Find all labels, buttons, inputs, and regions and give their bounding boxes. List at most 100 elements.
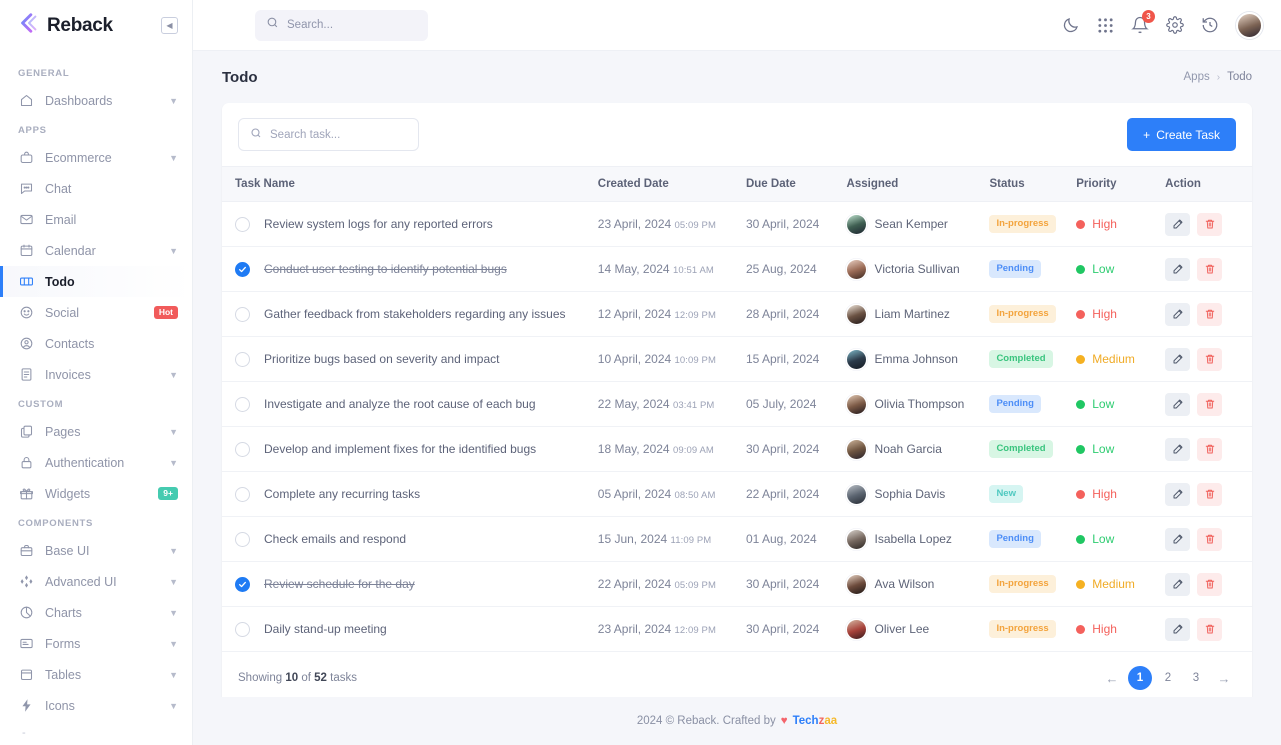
priority-label: High — [1092, 487, 1117, 501]
sidebar-item-charts[interactable]: Charts ▼ — [0, 597, 192, 628]
sidebar-item-advanced-ui[interactable]: Advanced UI ▼ — [0, 566, 192, 597]
task-checkbox[interactable] — [235, 621, 250, 637]
cell-task-name: Check emails and respond — [222, 516, 598, 562]
cell-assigned: Oliver Lee — [846, 606, 990, 652]
trash-icon[interactable] — [1197, 437, 1223, 461]
main-area: 3 Todo — [193, 0, 1281, 745]
task-checkbox[interactable] — [235, 531, 250, 547]
sidebar-item-icons[interactable]: Icons ▼ — [0, 690, 192, 721]
sidebar-item-label: Tables — [45, 667, 82, 682]
due-date-text: 30 April, 2024 — [745, 217, 820, 231]
trash-icon[interactable] — [1197, 482, 1223, 506]
task-checkbox[interactable] — [235, 441, 250, 457]
todo-table: Task Name Created Date Due Date Assigned… — [222, 166, 1252, 652]
task-checkbox[interactable] — [235, 216, 250, 232]
pagination-page-3[interactable]: 3 — [1184, 666, 1208, 690]
sidebar-item-tables[interactable]: Tables ▼ — [0, 659, 192, 690]
trash-icon[interactable] — [1197, 212, 1223, 236]
chevron-down-icon: ▼ — [169, 576, 178, 587]
task-checkbox[interactable] — [235, 261, 250, 277]
edit-pencil-icon[interactable] — [1165, 257, 1191, 281]
sidebar-item-contacts[interactable]: Contacts — [0, 328, 192, 359]
edit-pencil-icon[interactable] — [1165, 212, 1191, 236]
showing-summary: Showing 10 of 52 tasks — [238, 672, 357, 684]
trash-icon[interactable] — [1197, 392, 1223, 416]
sidebar-item-base-ui[interactable]: Base UI ▼ — [0, 535, 192, 566]
trash-icon[interactable] — [1197, 257, 1223, 281]
history-icon[interactable] — [1201, 16, 1219, 34]
collapse-sidebar-icon[interactable]: ◀ — [161, 17, 178, 34]
sidebar-item-dashboards[interactable]: Dashboards ▼ — [0, 85, 192, 116]
task-search[interactable] — [238, 118, 419, 151]
edit-pencil-icon[interactable] — [1165, 392, 1191, 416]
pagination-prev[interactable]: ← — [1100, 666, 1124, 690]
created-date-text: 05 April, 2024 — [597, 487, 672, 501]
grid-apps-icon[interactable] — [1097, 17, 1114, 34]
sidebar-item-forms[interactable]: Forms ▼ — [0, 628, 192, 659]
priority-dot-icon — [1076, 624, 1086, 634]
cell-due-date: 15 April, 2024 — [745, 336, 847, 382]
sidebar-item-chat[interactable]: Chat — [0, 173, 192, 204]
task-checkbox[interactable] — [235, 486, 250, 502]
edit-pencil-icon[interactable] — [1165, 302, 1191, 326]
global-search-input[interactable] — [287, 19, 417, 31]
edit-pencil-icon[interactable] — [1165, 347, 1191, 371]
trash-icon[interactable] — [1197, 527, 1223, 551]
create-task-button[interactable]: + Create Task — [1127, 118, 1236, 151]
sidebar-item-social[interactable]: Social Hot — [0, 297, 192, 328]
gear-icon[interactable] — [1166, 16, 1184, 34]
edit-pencil-icon[interactable] — [1165, 482, 1191, 506]
priority-dot-icon — [1076, 489, 1086, 499]
assignee-avatar — [846, 304, 866, 324]
pagination-page-2[interactable]: 2 — [1156, 666, 1180, 690]
assignee-avatar — [846, 349, 866, 369]
task-checkbox[interactable] — [235, 306, 250, 322]
sidebar-item-calendar[interactable]: Calendar ▼ — [0, 235, 192, 266]
table-icon — [18, 667, 34, 683]
trash-icon[interactable] — [1197, 572, 1223, 596]
task-checkbox[interactable] — [235, 396, 250, 412]
sidebar-item-label: Social — [45, 305, 80, 320]
sidebar-item-pages[interactable]: Pages ▼ — [0, 416, 192, 447]
techzaa-link[interactable]: Techzaa — [793, 715, 838, 727]
sidebar-item-authentication[interactable]: Authentication ▼ — [0, 447, 192, 478]
bell-icon[interactable]: 3 — [1131, 10, 1155, 34]
task-checkbox[interactable] — [235, 351, 250, 367]
assignee-name: Emma Johnson — [874, 352, 958, 366]
edit-pencil-icon[interactable] — [1165, 617, 1191, 641]
sidebar-item-widgets[interactable]: Widgets 9+ — [0, 478, 192, 509]
brand-logo-link[interactable]: Reback — [18, 12, 113, 39]
created-time-text: 12:09 PM — [674, 310, 716, 321]
edit-pencil-icon[interactable] — [1165, 572, 1191, 596]
edit-pencil-icon[interactable] — [1165, 437, 1191, 461]
global-search[interactable] — [255, 9, 428, 41]
sidebar-item-label: Todo — [45, 274, 75, 289]
sidebar-item-invoices[interactable]: Invoices ▼ — [0, 359, 192, 390]
task-checkbox[interactable] — [235, 576, 250, 592]
trash-icon[interactable] — [1197, 617, 1223, 641]
sidebar-item-ecommerce[interactable]: Ecommerce ▼ — [0, 142, 192, 173]
table-row: Develop and implement fixes for the iden… — [222, 426, 1252, 472]
pagination-page-1[interactable]: 1 — [1128, 666, 1152, 690]
pagination-next[interactable]: → — [1212, 666, 1236, 690]
due-date-text: 15 April, 2024 — [745, 352, 820, 366]
status-badge: In-progress — [989, 575, 1056, 593]
task-search-input[interactable] — [270, 128, 407, 141]
edit-pencil-icon[interactable] — [1165, 527, 1191, 551]
task-name-text: Daily stand-up meeting — [264, 622, 387, 636]
trash-icon[interactable] — [1197, 347, 1223, 371]
assignee-name: Liam Martinez — [874, 307, 950, 321]
sidebar-item-label: Calendar — [45, 243, 96, 258]
moon-icon[interactable] — [1062, 16, 1080, 34]
create-task-label: Create Task — [1156, 127, 1220, 142]
breadcrumb-item-apps[interactable]: Apps — [1184, 71, 1210, 83]
pagination: ← 1 2 3 → — [1100, 666, 1236, 690]
sidebar-item-todo[interactable]: Todo — [0, 266, 192, 297]
cell-action — [1165, 246, 1252, 292]
trash-icon[interactable] — [1197, 302, 1223, 326]
cell-task-name: Prioritize bugs based on severity and im… — [222, 336, 598, 382]
sidebar-item-email[interactable]: Email — [0, 204, 192, 235]
assignee-avatar — [846, 619, 866, 639]
cell-created-date: 14 May, 2024 10:51 AM — [597, 246, 746, 292]
user-avatar[interactable] — [1236, 11, 1263, 39]
